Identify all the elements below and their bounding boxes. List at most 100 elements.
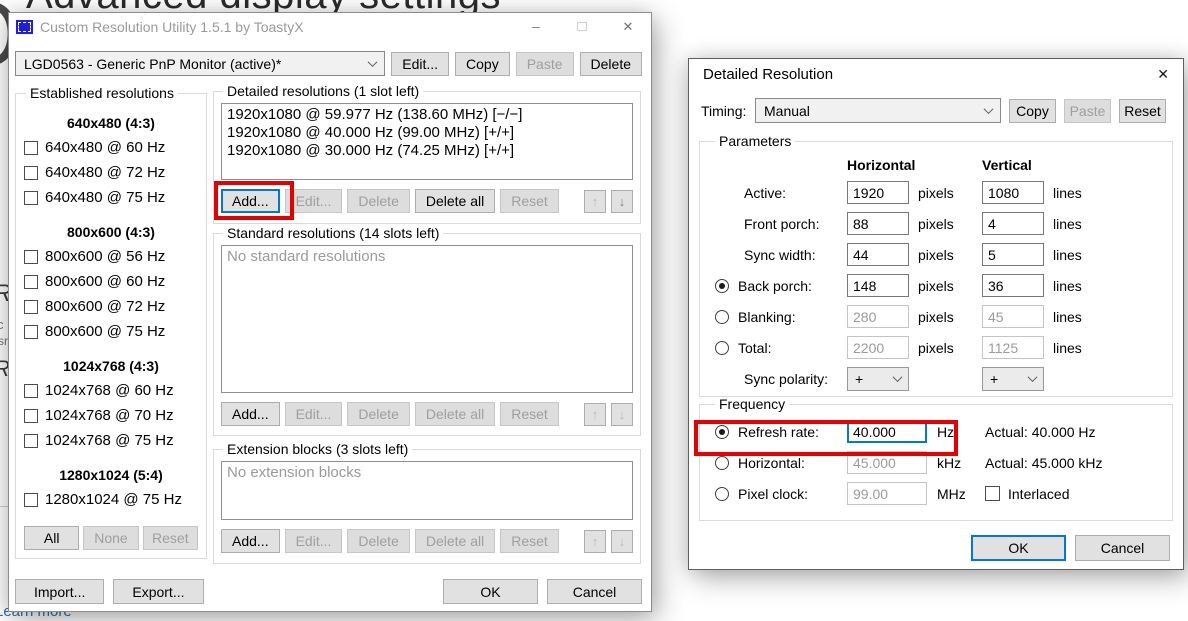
extension-add-button[interactable]: Add... [221, 529, 280, 553]
front-porch-vertical-input[interactable]: 4 [982, 212, 1044, 235]
sync-width-horizontal-input[interactable]: 44 [847, 243, 909, 266]
active-vertical-input[interactable]: 1080 [982, 181, 1044, 204]
resolution-checkbox[interactable] [24, 141, 38, 155]
standard-add-button[interactable]: Add... [221, 402, 280, 426]
import-button[interactable]: Import... [15, 579, 104, 604]
monitor-select[interactable]: LGD0563 - Generic PnP Monitor (active)* [15, 51, 385, 76]
sync-polarity-horizontal-select[interactable]: + [847, 367, 909, 391]
total-vertical-input[interactable]: 1125 [982, 336, 1044, 359]
move-down-button[interactable]: ↓ [611, 190, 633, 213]
close-button[interactable]: ✕ [1157, 66, 1169, 83]
standard-resolutions-group: Standard resolutions (14 slots left) No … [213, 225, 641, 436]
blanking-horizontal-input[interactable]: 280 [847, 305, 909, 328]
list-item[interactable]: 1920x1080 @ 59.977 Hz (138.60 MHz) [−/−] [227, 106, 627, 124]
cru-titlebar[interactable]: Custom Resolution Utility 1.5.1 by Toast… [9, 13, 651, 40]
export-button[interactable]: Export... [113, 579, 203, 604]
dialog-cancel-button[interactable]: Cancel [1075, 535, 1170, 561]
standard-edit-button[interactable]: Edit... [285, 402, 343, 426]
ok-button[interactable]: OK [443, 579, 538, 604]
sync-polarity-vertical-select[interactable]: + [982, 367, 1044, 391]
unit-label: lines [1045, 278, 1165, 294]
detailed-resolutions-list[interactable]: 1920x1080 @ 59.977 Hz (138.60 MHz) [−/−]… [221, 103, 633, 180]
timing-label: Timing: [701, 103, 755, 119]
move-up-button[interactable]: ↑ [584, 530, 606, 553]
extension-edit-button[interactable]: Edit... [285, 529, 343, 553]
edit-monitor-button[interactable]: Edit... [391, 52, 449, 76]
move-down-button[interactable]: ↓ [611, 403, 633, 426]
established-all-button[interactable]: All [24, 526, 79, 550]
standard-delete-all-button[interactable]: Delete all [415, 402, 495, 426]
established-none-button[interactable]: None [83, 526, 138, 550]
resolution-checkbox[interactable] [24, 493, 38, 507]
detailed-reset-button[interactable]: Reset [500, 189, 559, 213]
interlaced-checkbox[interactable] [985, 486, 1000, 501]
parameters-label: Parameters [715, 133, 795, 149]
parameters-group: Parameters Horizontal Vertical Active: 1… [699, 133, 1173, 397]
resolution-checkbox[interactable] [24, 300, 38, 314]
extension-delete-all-button[interactable]: Delete all [415, 529, 495, 553]
horizontal-freq-radio[interactable] [715, 456, 729, 470]
move-down-button[interactable]: ↓ [611, 530, 633, 553]
blanking-radio[interactable] [715, 310, 729, 324]
copy-monitor-button[interactable]: Copy [455, 52, 510, 76]
list-item[interactable]: 1920x1080 @ 30.000 Hz (74.25 MHz) [+/+] [227, 142, 627, 160]
close-button[interactable]: ✕ [605, 13, 651, 40]
list-item: 800x600 @ 60 Hz [24, 269, 198, 294]
blanking-vertical-input[interactable]: 45 [982, 305, 1044, 328]
sync-width-vertical-input[interactable]: 5 [982, 243, 1044, 266]
pixel-clock-label: Pixel clock: [738, 486, 808, 502]
back-porch-label: Back porch: [738, 278, 812, 294]
delete-monitor-button[interactable]: Delete [580, 52, 642, 76]
back-porch-vertical-input[interactable]: 36 [982, 274, 1044, 297]
extension-reset-button[interactable]: Reset [500, 529, 559, 553]
established-reset-button[interactable]: Reset [143, 526, 198, 550]
unit-label: pixels [910, 278, 982, 294]
timing-select[interactable]: Manual [755, 98, 1001, 123]
standard-resolutions-list[interactable]: No standard resolutions [221, 245, 633, 393]
detailed-delete-button[interactable]: Delete [347, 189, 409, 213]
resolution-checkbox[interactable] [24, 250, 38, 264]
move-up-button[interactable]: ↑ [584, 403, 606, 426]
minimize-button[interactable]: – [513, 13, 559, 40]
resolution-checkbox[interactable] [24, 409, 38, 423]
horizontal-freq-input[interactable]: 45.000 [847, 451, 927, 474]
back-porch-radio[interactable] [715, 279, 729, 293]
timing-copy-button[interactable]: Copy [1009, 99, 1056, 123]
extension-delete-button[interactable]: Delete [347, 529, 409, 553]
dialog-titlebar[interactable]: Detailed Resolution ✕ [689, 59, 1183, 90]
pixel-clock-radio[interactable] [715, 487, 729, 501]
resolution-checkbox[interactable] [24, 325, 38, 339]
detailed-delete-all-button[interactable]: Delete all [415, 189, 495, 213]
resolution-checkbox[interactable] [24, 191, 38, 205]
paste-monitor-button[interactable]: Paste [516, 52, 574, 76]
timing-reset-button[interactable]: Reset [1119, 99, 1166, 123]
resolution-checkbox[interactable] [24, 166, 38, 180]
detailed-add-button[interactable]: Add... [221, 189, 280, 213]
resolution-checkbox[interactable] [24, 275, 38, 289]
pixel-clock-input[interactable]: 99.00 [847, 482, 927, 505]
back-porch-horizontal-input[interactable]: 148 [847, 274, 909, 297]
timing-paste-button[interactable]: Paste [1064, 99, 1111, 123]
refresh-rate-input[interactable]: 40.000 [847, 420, 927, 443]
detailed-edit-button[interactable]: Edit... [285, 189, 343, 213]
extension-blocks-label: Extension blocks (3 slots left) [223, 441, 412, 457]
front-porch-horizontal-input[interactable]: 88 [847, 212, 909, 235]
chevron-down-icon [1028, 372, 1038, 382]
list-item[interactable]: 1920x1080 @ 40.000 Hz (99.00 MHz) [+/+] [227, 124, 627, 142]
resolution-label: 800x600 @ 60 Hz [45, 273, 165, 290]
app-monitor-icon [16, 20, 33, 34]
extension-blocks-list[interactable]: No extension blocks [221, 461, 633, 520]
total-horizontal-input[interactable]: 2200 [847, 336, 909, 359]
cancel-button[interactable]: Cancel [547, 579, 642, 604]
resolution-checkbox[interactable] [24, 434, 38, 448]
refresh-rate-radio[interactable] [715, 425, 729, 439]
move-up-button[interactable]: ↑ [584, 190, 606, 213]
total-radio[interactable] [715, 341, 729, 355]
list-item: 800x600 @ 72 Hz [24, 294, 198, 319]
resolution-checkbox[interactable] [24, 384, 38, 398]
maximize-button[interactable] [559, 13, 605, 40]
active-horizontal-input[interactable]: 1920 [847, 181, 909, 204]
dialog-ok-button[interactable]: OK [971, 535, 1066, 561]
standard-delete-button[interactable]: Delete [347, 402, 409, 426]
standard-reset-button[interactable]: Reset [500, 402, 559, 426]
